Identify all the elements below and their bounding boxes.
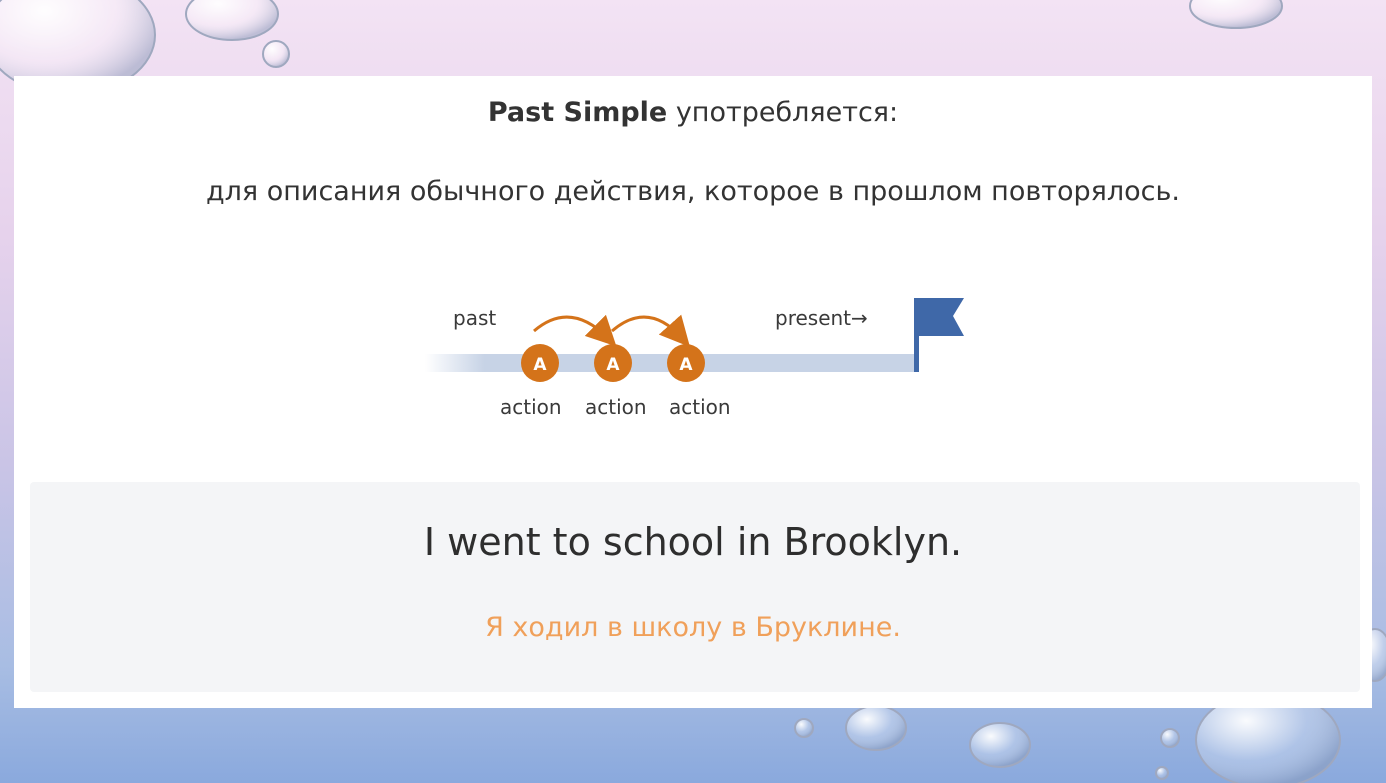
timeline-diagram: A A A past present→ action action action xyxy=(420,290,980,430)
bubble xyxy=(262,40,290,68)
action-marker: A xyxy=(594,344,632,382)
action-label: action xyxy=(585,395,647,419)
bubble xyxy=(1160,728,1180,748)
bubble xyxy=(185,0,279,41)
present-label: present→ xyxy=(775,306,868,330)
example-box xyxy=(30,482,1360,692)
heading-rest: употребляется: xyxy=(675,97,899,128)
svg-text:A: A xyxy=(679,355,693,375)
usage-description: для описания обычного действия, которое … xyxy=(205,176,1181,207)
heading-bold: Past Simple xyxy=(487,97,668,128)
svg-text:A: A xyxy=(533,355,547,375)
action-marker: A xyxy=(667,344,705,382)
action-marker: A xyxy=(521,344,559,382)
repeat-arrow xyxy=(611,314,691,347)
example-russian-translation: Я ходил в школу в Бруклине. xyxy=(485,612,901,643)
example-english: I went to school in Brooklyn. xyxy=(423,520,963,564)
slide-heading: Past Simple употребляется: xyxy=(0,97,1386,128)
bubble xyxy=(1155,766,1169,780)
past-label: past xyxy=(453,306,497,330)
bubble xyxy=(794,718,814,738)
action-label: action xyxy=(500,395,562,419)
bubble xyxy=(969,722,1031,768)
action-label: action xyxy=(669,395,731,419)
repeat-arrow xyxy=(533,314,617,347)
bubble xyxy=(845,705,907,751)
svg-text:A: A xyxy=(606,355,620,375)
flag-icon xyxy=(914,298,964,372)
bubble xyxy=(1189,0,1283,29)
